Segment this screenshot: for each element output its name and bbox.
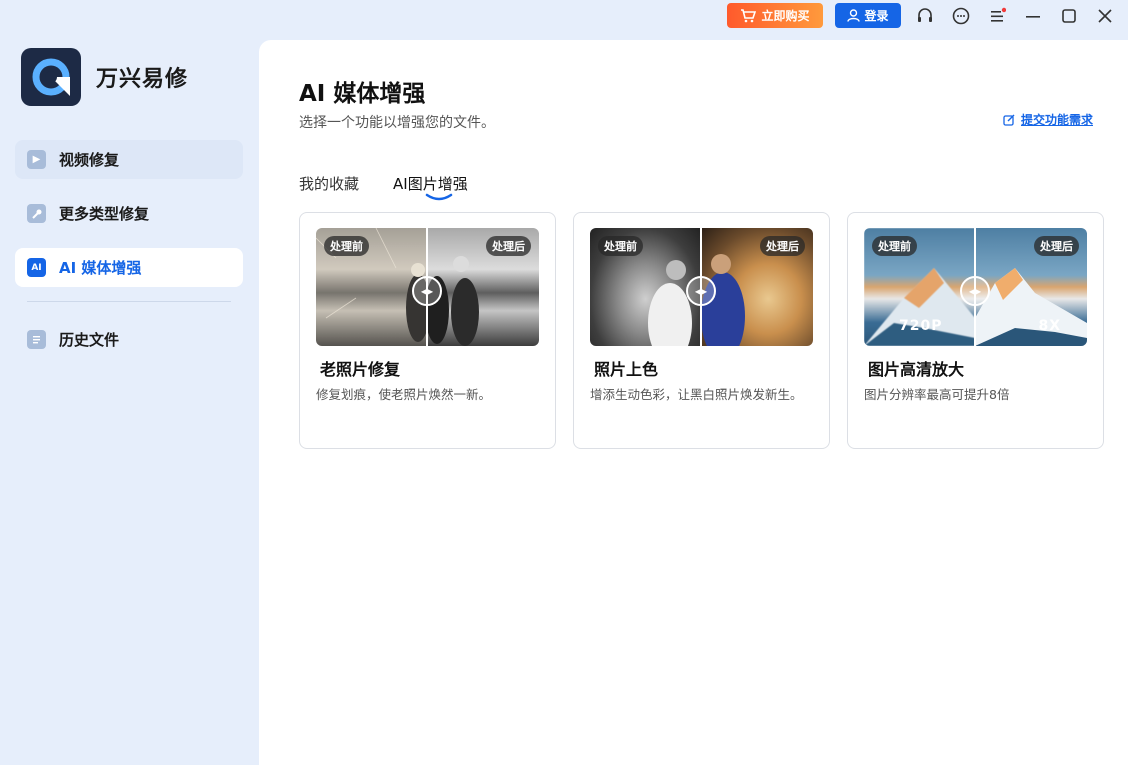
compare-handle-icon[interactable]: ◀▶ xyxy=(686,276,716,306)
before-after-thumbnail: ◀▶ 处理前 处理后 xyxy=(590,228,813,346)
page-subtitle: 选择一个功能以增强您的文件。 xyxy=(299,115,495,131)
tab-label: AI图片增强 xyxy=(393,175,468,193)
play-icon: ▶ xyxy=(27,150,46,169)
sidebar-item-label: AI 媒体增强 xyxy=(59,259,142,277)
sidebar-item-history[interactable]: 历史文件 xyxy=(15,320,243,359)
after-badge: 处理后 xyxy=(1034,236,1079,256)
before-resolution-label: 720P xyxy=(899,318,943,334)
file-list-icon xyxy=(27,330,46,349)
tab-favorites[interactable]: 我的收藏 xyxy=(299,173,359,194)
before-badge: 处理前 xyxy=(872,236,917,256)
sidebar: 万兴易修 ▶ 视频修复 更多类型修复 AI AI 媒体增强 历史文件 xyxy=(0,0,259,765)
before-after-thumbnail: ◀▶ 处理前 处理后 xyxy=(316,228,539,346)
sidebar-item-ai-media-enhance[interactable]: AI AI 媒体增强 xyxy=(15,248,243,287)
edit-icon xyxy=(1003,114,1015,126)
card-old-photo-repair[interactable]: ◀▶ 处理前 处理后 老照片修复 修复划痕，使老照片焕然一新。 xyxy=(299,212,556,449)
login-label: 登录 xyxy=(864,9,889,23)
main-panel: AI 媒体增强 选择一个功能以增强您的文件。 提交功能需求 我的收藏 AI图片增… xyxy=(259,40,1128,765)
menu-icon[interactable] xyxy=(986,5,1008,27)
logo-icon xyxy=(32,58,70,96)
wrench-icon xyxy=(27,204,46,223)
buy-now-label: 立即购买 xyxy=(761,9,810,23)
compare-handle-icon[interactable]: ◀▶ xyxy=(412,276,442,306)
sidebar-item-more-repair[interactable]: 更多类型修复 xyxy=(15,194,243,233)
app-logo xyxy=(21,48,81,106)
user-icon xyxy=(847,9,861,22)
app-name: 万兴易修 xyxy=(96,67,189,92)
after-badge: 处理后 xyxy=(760,236,805,256)
cart-icon xyxy=(741,8,757,22)
card-description: 增添生动色彩，让黑白照片焕发新生。 xyxy=(590,387,803,402)
compare-handle-icon[interactable]: ◀▶ xyxy=(960,276,990,306)
sidebar-divider xyxy=(27,301,231,302)
card-image-upscale[interactable]: ◀▶ 处理前 处理后 720P 8X 图片高清放大 图片分辨率最高可提升8倍 xyxy=(847,212,1104,449)
headset-icon[interactable] xyxy=(914,5,936,27)
sidebar-item-video-repair[interactable]: ▶ 视频修复 xyxy=(15,140,243,179)
card-photo-colorize[interactable]: ◀▶ 处理前 处理后 照片上色 增添生动色彩，让黑白照片焕发新生。 xyxy=(573,212,830,449)
sidebar-item-label: 视频修复 xyxy=(59,151,120,169)
page-title: AI 媒体增强 xyxy=(299,81,426,107)
chat-icon[interactable] xyxy=(950,5,972,27)
buy-now-button[interactable]: 立即购买 xyxy=(727,3,823,28)
tab-bar: 我的收藏 AI图片增强 xyxy=(299,173,468,201)
before-badge: 处理前 xyxy=(598,236,643,256)
ai-icon: AI xyxy=(27,258,46,277)
submit-feature-request-link[interactable]: 提交功能需求 xyxy=(1003,111,1093,128)
maximize-icon[interactable] xyxy=(1058,5,1080,27)
before-badge: 处理前 xyxy=(324,236,369,256)
sidebar-item-label: 历史文件 xyxy=(59,331,120,349)
active-tab-indicator xyxy=(425,193,453,201)
card-description: 修复划痕，使老照片焕然一新。 xyxy=(316,387,492,402)
after-resolution-label: 8X xyxy=(1038,318,1061,334)
card-title: 照片上色 xyxy=(594,360,659,379)
feedback-link-label: 提交功能需求 xyxy=(1020,113,1093,127)
sidebar-nav: ▶ 视频修复 更多类型修复 AI AI 媒体增强 历史文件 xyxy=(15,140,243,374)
close-icon[interactable] xyxy=(1094,5,1116,27)
login-button[interactable]: 登录 xyxy=(835,3,901,28)
tab-ai-image-enhance[interactable]: AI图片增强 xyxy=(393,173,468,201)
feature-cards: ◀▶ 处理前 处理后 老照片修复 修复划痕，使老照片焕然一新。 ◀▶ 处理前 处… xyxy=(299,212,1104,449)
brand: 万兴易修 xyxy=(21,48,188,106)
minimize-icon[interactable] xyxy=(1022,5,1044,27)
after-badge: 处理后 xyxy=(486,236,531,256)
card-title: 老照片修复 xyxy=(320,360,401,379)
sidebar-item-label: 更多类型修复 xyxy=(59,205,150,223)
card-description: 图片分辨率最高可提升8倍 xyxy=(864,387,1010,402)
card-title: 图片高清放大 xyxy=(868,360,965,379)
before-after-thumbnail: ◀▶ 处理前 处理后 720P 8X xyxy=(864,228,1087,346)
